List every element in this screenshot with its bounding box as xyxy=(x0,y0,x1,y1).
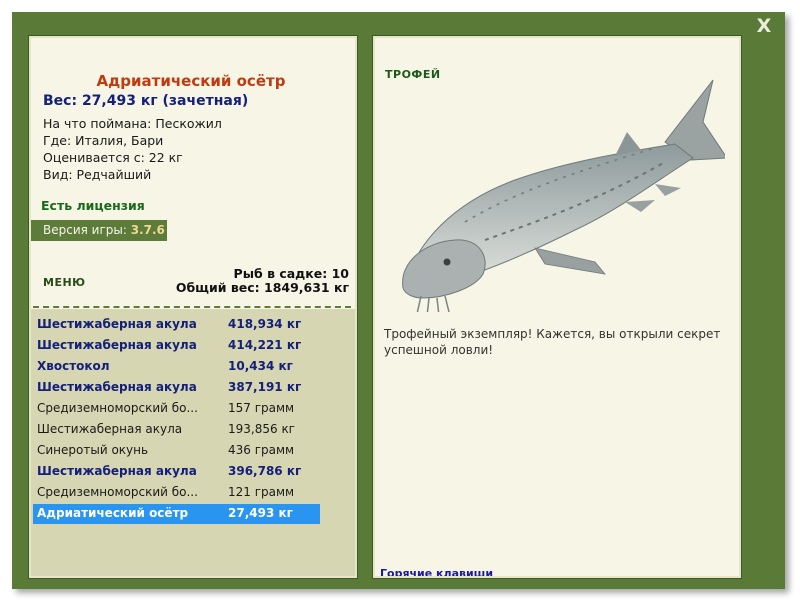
trophy-panel: ТРОФЕЙ Трофейный экземпляр! Кажется, вы … xyxy=(372,35,742,579)
valued-from-text: Оценивается с: 22 кг xyxy=(43,150,183,165)
caught-on-text: На что поймана: Пескожил xyxy=(43,116,222,131)
fish-weight: Вес: 27,493 кг (зачетная) xyxy=(43,93,249,109)
list-item[interactable]: Хвостокол 10,434 кг xyxy=(33,357,320,377)
list-item[interactable]: Средиземноморский бо... 157 грамм xyxy=(33,399,320,419)
close-icon[interactable]: X xyxy=(753,14,775,38)
version-label: Версия игры: xyxy=(43,223,131,237)
list-item[interactable]: Шестижаберная акула 414,221 кг xyxy=(33,336,320,356)
catch-list: Шестижаберная акула 418,934 кг Шестижабер… xyxy=(31,309,355,576)
license-status: Есть лицензия xyxy=(41,198,145,213)
trophy-window: X Адриатический осётр Вес: 27,493 кг (за… xyxy=(12,12,785,589)
list-item[interactable]: Средиземноморский бо... 121 грамм xyxy=(33,483,320,503)
list-item[interactable]: Шестижаберная акула 193,856 кг xyxy=(33,420,320,440)
cage-total-weight: Общий вес: 1849,631 кг xyxy=(175,280,349,295)
list-item[interactable]: Синеротый окунь 436 грамм xyxy=(33,441,320,461)
list-item[interactable]: Шестижаберная акула 418,934 кг xyxy=(33,315,320,335)
rarity-text: Вид: Редчайший xyxy=(43,167,152,182)
list-item[interactable]: Шестижаберная акула 396,786 кг xyxy=(33,462,320,482)
menu-button[interactable]: МЕНЮ xyxy=(43,276,86,289)
fish-name: Адриатический осётр xyxy=(96,72,286,90)
fish-info-panel: Адриатический осётр Вес: 27,493 кг (заче… xyxy=(28,35,358,579)
divider xyxy=(33,306,351,308)
list-item[interactable]: Адриатический осётр 27,493 кг xyxy=(33,504,320,524)
version-value: 3.7.6 xyxy=(130,223,165,237)
list-item[interactable]: Шестижаберная акула 387,191 кг xyxy=(33,378,320,398)
cage-count: Рыб в садке: 10 xyxy=(233,266,349,281)
version-bar: Версия игры: 3.7.6 xyxy=(31,220,167,241)
trophy-description: Трофейный экземпляр! Кажется, вы открыли… xyxy=(384,327,721,357)
location-text: Где: Италия, Бари xyxy=(43,133,164,148)
hotkeys-link[interactable]: Горячие клавиши xyxy=(380,567,493,576)
sturgeon-fish-image xyxy=(402,79,725,312)
